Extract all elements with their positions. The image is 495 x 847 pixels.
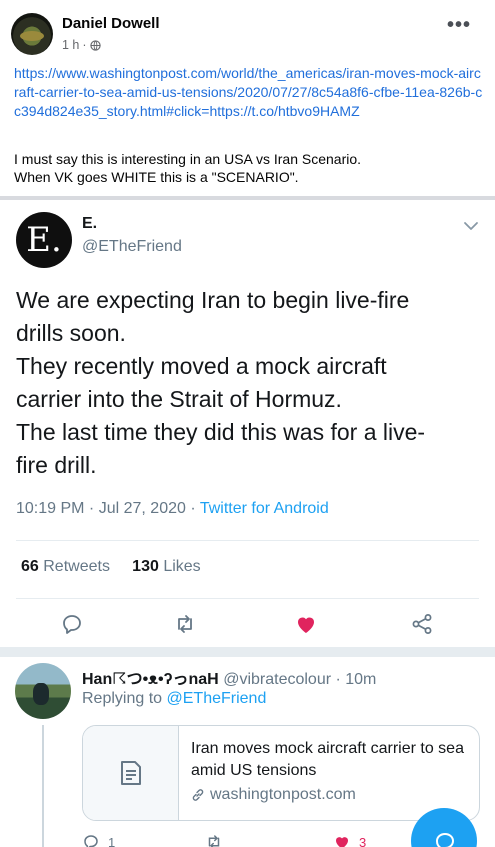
tweet-body-line: We are expecting Iran to begin live-fire [16,287,410,313]
divider [16,598,479,599]
reply-icon [84,835,98,847]
retweets-stat[interactable]: 66 Retweets [21,558,110,575]
likes-stat[interactable]: 130 Likes [132,558,201,575]
tweet-avatar[interactable]: E. [16,212,72,268]
tweet-body: We are expecting Iran to begin live-fire… [16,284,486,482]
card-thumbnail [83,726,179,820]
link-card[interactable]: Iran moves mock aircraft carrier to sea … [82,725,480,821]
reply-avatar[interactable] [15,663,71,719]
post-meta: 1 h · [62,38,101,52]
reply-like-button[interactable]: 3 [333,833,366,847]
retweet-icon [208,835,220,847]
reply-author-handle[interactable]: @vibratecolour · 10m [219,671,376,688]
tweet-date[interactable]: 10:19 PM · Jul 27, 2020 · [16,500,200,517]
link-icon [192,789,204,801]
share-icon[interactable] [410,612,434,636]
heart-icon [336,837,348,847]
tweet-stats: 66 Retweets 130 Likes [21,558,201,576]
tweet-body-line: carrier into the Strait of Hormuz. [16,386,342,412]
replying-mention[interactable]: @ETheFriend [167,690,267,707]
retweets-count: 66 [21,558,39,575]
tweet-body-line: drills soon. [16,320,126,346]
likes-label: Likes [158,558,201,575]
post-time[interactable]: 1 h [62,38,79,52]
reply-author-name[interactable]: Han☈つ•ᴥ•ʔっnaH [82,671,219,688]
document-icon [121,761,141,785]
replying-prefix: Replying to [82,690,167,707]
post-text: I must say this is interesting in an USA… [14,150,484,186]
more-options-button[interactable]: ••• [447,15,471,35]
meta-separator: · [82,38,87,52]
tweet-action-bar [0,608,495,642]
retweet-icon[interactable] [173,612,197,636]
like-count: 3 [359,834,367,847]
tweet-author-handle[interactable]: @ETheFriend [82,238,182,256]
reply-retweet-button[interactable] [205,833,223,847]
author-name[interactable]: Daniel Dowell [62,15,160,32]
tweet-timestamp: 10:19 PM · Jul 27, 2020 · Twitter for An… [16,500,329,518]
embedded-tweet: E. E. @ETheFriend We are expecting Iran … [0,200,495,647]
tweet-body-line: fire drill. [16,452,97,478]
card-domain: washingtonpost.com [191,786,356,804]
post-text-line: I must say this is interesting in an USA… [14,151,362,167]
divider [16,540,479,541]
reply-header: Han☈つ•ᴥ•ʔっnaH @vibratecolour · 10m [82,665,376,689]
reply-reply-button[interactable]: 1 [82,833,115,847]
replying-to: Replying to @ETheFriend [82,690,266,708]
retweets-label: Retweets [38,558,110,575]
chevron-down-icon[interactable] [463,218,479,234]
likes-count: 130 [132,558,159,575]
facebook-post: Daniel Dowell 1 h · ••• https://www.wash… [0,0,495,196]
author-avatar[interactable] [11,13,53,55]
reply-icon[interactable] [60,612,84,636]
article-link[interactable]: https://www.washingtonpost.com/world/the… [14,64,484,121]
tweet-source-link[interactable]: Twitter for Android [200,500,329,517]
tweet-author-name[interactable]: E. [82,215,97,233]
post-text-line: When VK goes WHITE this is a "SCENARIO". [14,169,299,185]
globe-icon [89,39,101,51]
tweet-body-line: The last time they did this was for a li… [16,419,426,445]
reply-count: 1 [108,834,116,847]
compose-reply-icon [435,832,455,847]
card-domain-text: washingtonpost.com [210,786,356,803]
card-title: Iran moves mock aircraft carrier to sea … [191,740,464,779]
heart-icon[interactable] [294,612,318,636]
section-divider [0,647,495,657]
tweet-body-line: They recently moved a mock aircraft [16,353,387,379]
